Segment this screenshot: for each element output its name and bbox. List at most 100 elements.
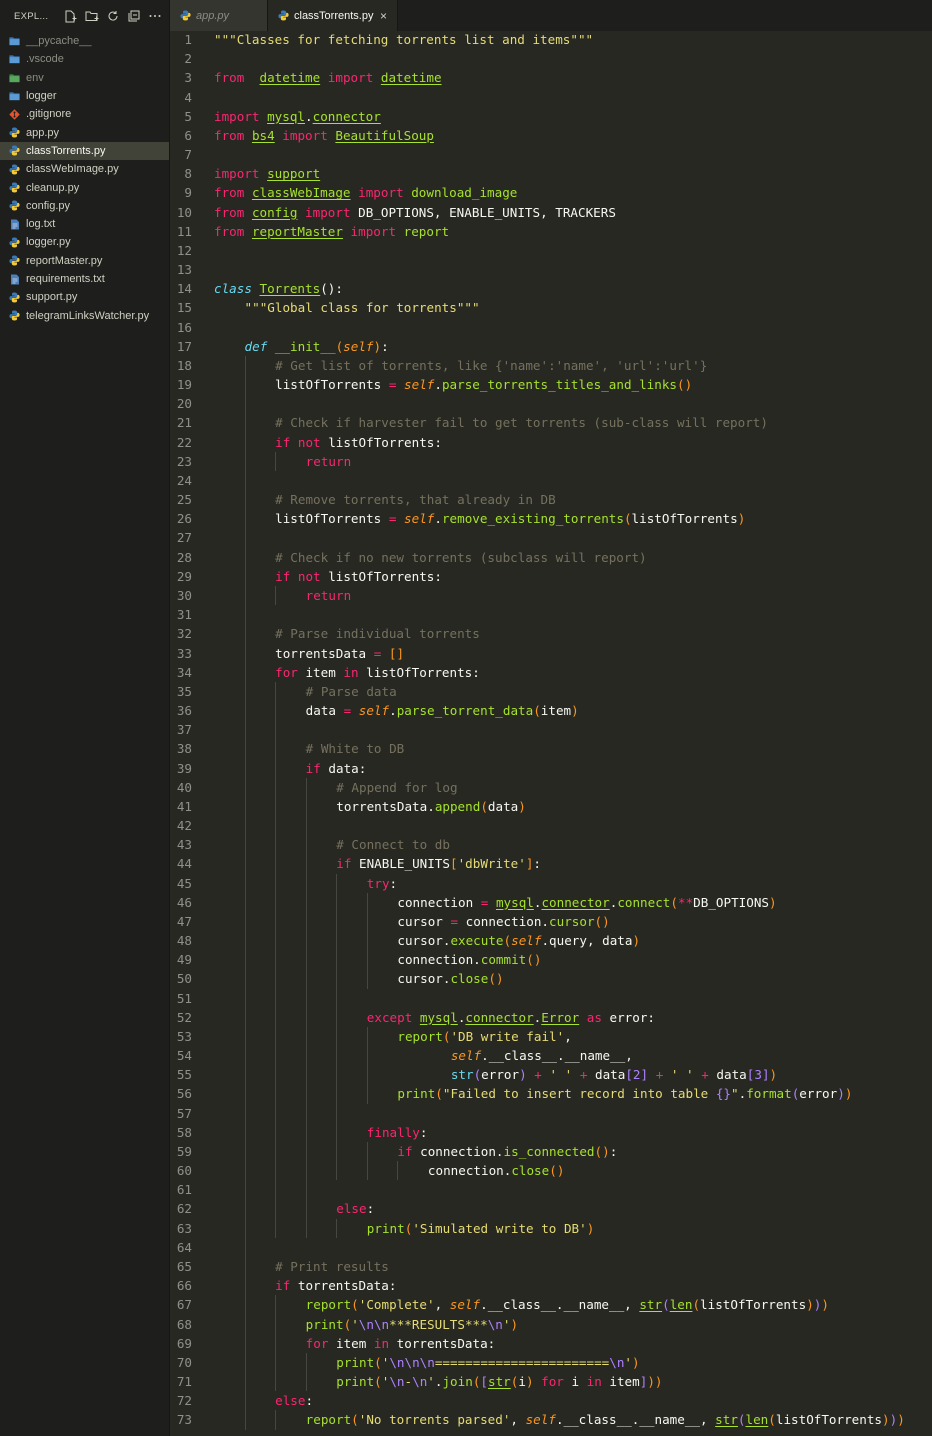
tab-classtorrents-py[interactable]: classTorrents.py ×	[268, 0, 398, 31]
code-token: )	[768, 894, 777, 910]
file-item[interactable]: classTorrents.py	[0, 141, 169, 161]
folder-item[interactable]: env	[0, 69, 169, 87]
collapse-all-icon[interactable]	[123, 7, 144, 25]
indent-guide	[244, 1333, 246, 1353]
code-line: 58 finally:	[170, 1122, 932, 1142]
file-item[interactable]: support.py	[0, 288, 169, 306]
folder-item[interactable]: __pycache__	[0, 32, 169, 50]
file-label: config.py	[26, 199, 71, 212]
indent-guide	[336, 892, 338, 912]
code-text: # Print results	[275, 1257, 389, 1276]
code-token: connection	[397, 894, 481, 910]
indent-guide	[366, 1065, 368, 1085]
code-token: mysql	[419, 1009, 458, 1025]
code-token: listOfTorrents:	[320, 568, 442, 584]
code-token: Torrents	[259, 281, 321, 297]
code-token: error	[481, 1067, 520, 1083]
code-token: # White to DB	[305, 741, 405, 757]
code-token: i	[518, 1374, 526, 1390]
indent-guide	[244, 720, 246, 740]
code-token: in	[373, 1335, 390, 1351]
indent-guide	[275, 1141, 277, 1162]
indent-guide	[275, 720, 277, 740]
explorer-title: EXPL...	[14, 10, 49, 22]
line-number: 70	[176, 1354, 192, 1370]
line-number: 46	[176, 894, 192, 910]
code-line: 9 from classWebImage import download_imag…	[170, 183, 932, 202]
folder-item[interactable]: logger	[0, 87, 169, 105]
indent-guide	[244, 509, 246, 529]
code-token: str	[639, 1297, 663, 1313]
file-item[interactable]: cleanup.py	[0, 178, 169, 196]
line-number: 63	[176, 1220, 192, 1236]
code-line: 64	[170, 1237, 932, 1257]
code-token: '	[427, 1374, 435, 1390]
tab-app-py[interactable]: app.py	[170, 0, 268, 31]
code-line: 29 if not listOfTorrents:	[170, 566, 932, 586]
indent-guide	[336, 1026, 338, 1047]
indent-guide	[366, 1046, 368, 1066]
code-token: """Classes for fetching torrents list an…	[214, 32, 594, 47]
file-item[interactable]: .gitignore	[0, 105, 169, 123]
indent-guide	[244, 355, 246, 376]
file-item[interactable]: logger.py	[0, 233, 169, 251]
code-token: :	[609, 1143, 618, 1159]
code-token: torrentsData:	[389, 1335, 496, 1351]
indent-guide	[244, 950, 246, 970]
code-editor[interactable]: 1 """Classes for fetching torrents list a…	[170, 30, 932, 1430]
code-line: 24	[170, 470, 932, 491]
folder-icon	[9, 36, 20, 47]
code-token: self	[404, 511, 435, 527]
more-icon[interactable]	[144, 7, 165, 25]
code-token: support	[267, 166, 321, 182]
code-text: report('No torrents parsed', self.__clas…	[306, 1410, 905, 1429]
code-token: \n	[412, 1374, 428, 1390]
indent-guide	[275, 1352, 277, 1373]
code-token: connection.	[397, 952, 481, 968]
code-token: )	[821, 1297, 829, 1313]
code-token: for	[275, 664, 298, 680]
code-token: []	[388, 645, 405, 661]
new-file-icon[interactable]	[60, 7, 81, 25]
file-item[interactable]: config.py	[0, 197, 169, 215]
code-token: append	[434, 798, 481, 814]
new-folder-icon[interactable]	[81, 7, 102, 25]
file-item[interactable]: telegramLinksWatcher.py	[0, 306, 169, 324]
file-item[interactable]: classWebImage.py	[0, 160, 169, 178]
code-line: 8 import support	[170, 164, 932, 183]
line-number: 47	[176, 913, 192, 929]
line-number: 8	[184, 166, 192, 182]
file-item[interactable]: reportMaster.py	[0, 252, 169, 270]
text-file-icon	[9, 274, 20, 285]
indent-guide	[305, 892, 307, 912]
code-token: (	[768, 1412, 776, 1428]
code-text: if not listOfTorrents:	[275, 433, 442, 452]
line-number: 2	[184, 51, 192, 67]
indent-guide	[305, 1007, 307, 1027]
code-text: data = self.parse_torrent_data(item)	[306, 701, 579, 720]
code-token: # Append for log	[336, 779, 458, 795]
file-item[interactable]: requirements.txt	[0, 270, 169, 288]
code-token: ]	[640, 1067, 649, 1083]
code-line: 36 data = self.parse_torrent_data(item)	[170, 701, 932, 721]
code-token: 3	[754, 1067, 762, 1083]
close-icon[interactable]: ×	[380, 9, 387, 23]
file-label: support.py	[26, 291, 78, 304]
indent-guide	[336, 1103, 338, 1123]
tab-label: classTorrents.py	[294, 9, 374, 22]
indent-guide	[275, 950, 277, 970]
refresh-icon[interactable]	[102, 7, 123, 25]
code-text: connection.commit()	[397, 950, 541, 969]
code-token: connector	[465, 1009, 534, 1025]
indent-guide	[275, 681, 277, 702]
code-token: torrentsData.	[336, 798, 435, 814]
indent-guide	[275, 1333, 277, 1353]
code-text: print("Failed to insert record into tabl…	[397, 1084, 852, 1103]
code-token: :	[533, 856, 542, 872]
code-token: # Connect to db	[336, 837, 450, 853]
file-item[interactable]: app.py	[0, 123, 169, 141]
file-item[interactable]: log.txt	[0, 215, 169, 233]
folder-item[interactable]: .vscode	[0, 50, 169, 68]
